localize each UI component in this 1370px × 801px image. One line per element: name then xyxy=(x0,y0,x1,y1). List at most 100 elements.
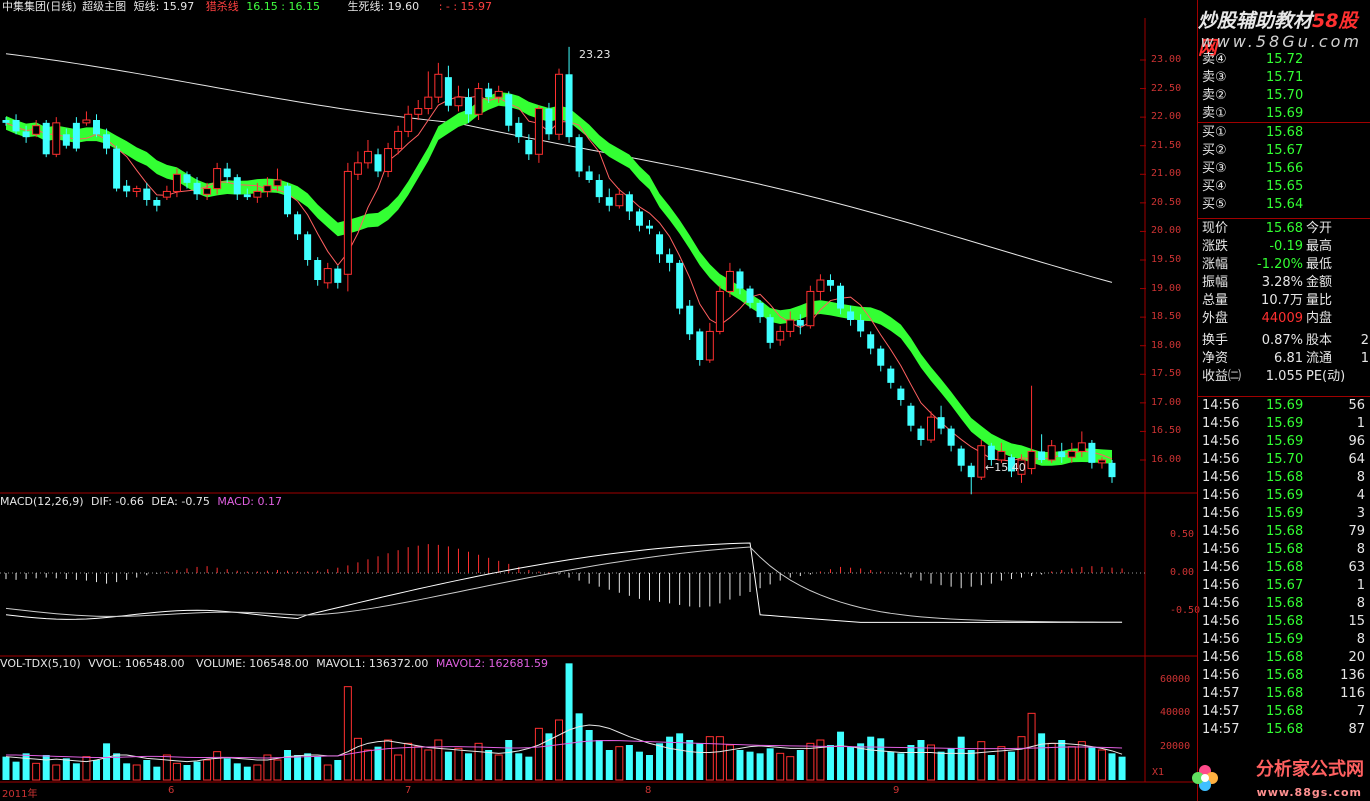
quote-value: -0.19 xyxy=(1269,239,1303,254)
volume-tick-label: 40000 xyxy=(1160,707,1191,719)
candle-body xyxy=(273,179,282,187)
tick-row: 14:56 15.68 8 xyxy=(1198,595,1370,613)
ask-price: 15.71 xyxy=(1266,70,1304,85)
tick-row: 14:56 15.69 3 xyxy=(1198,505,1370,523)
candle-body xyxy=(1047,445,1056,461)
tick-volume: 3 xyxy=(1356,506,1365,521)
price-tick-label: 21.00 xyxy=(1151,168,1182,180)
volume-bar xyxy=(534,727,543,781)
candle-body xyxy=(465,97,473,115)
tick-volume: 87 xyxy=(1348,722,1365,737)
macd-dif: DIF: -0.66 xyxy=(91,495,144,508)
volume-bar xyxy=(585,730,593,780)
candle-body xyxy=(705,330,714,361)
ask-price: 15.69 xyxy=(1266,106,1304,121)
macd-dea: DEA: -0.75 xyxy=(151,495,210,508)
candle-body xyxy=(746,288,754,303)
volume-bar xyxy=(676,733,684,780)
candle-body xyxy=(32,125,41,135)
candle-body xyxy=(796,320,804,326)
volume-bar xyxy=(977,741,986,781)
quote-value: 15.68 xyxy=(1265,221,1303,236)
candle-body xyxy=(52,122,61,155)
tick-price: 15.67 xyxy=(1266,578,1304,593)
price-tick-label: 19.50 xyxy=(1151,254,1182,265)
date-tick-label: 8 xyxy=(645,785,652,796)
vol-vvol: VVOL: 106548.00 xyxy=(88,657,185,670)
volume-bar xyxy=(645,755,653,780)
bid-row: 买③ 15.66 xyxy=(1198,160,1370,178)
volume-bar xyxy=(525,756,533,780)
volume-bar xyxy=(826,745,834,780)
tick-time: 14:56 xyxy=(1202,488,1240,503)
candle-body xyxy=(132,188,141,192)
quote-value: 3.28% xyxy=(1261,275,1303,290)
ask-row: 卖② 15.70 xyxy=(1198,87,1370,105)
candle-body xyxy=(715,290,724,332)
tick-time: 14:56 xyxy=(1202,524,1240,539)
quote-value: 44009 xyxy=(1261,311,1303,326)
quote-label: 总量 xyxy=(1202,293,1229,308)
volume-bar xyxy=(656,743,664,780)
tick-price: 15.68 xyxy=(1266,650,1304,665)
price-tick-label: 20.50 xyxy=(1151,196,1182,208)
quote-label2: 金额 xyxy=(1306,275,1333,290)
price-tick-label: 20.00 xyxy=(1151,225,1182,237)
short-line-value: 短线: 15.97 xyxy=(133,0,195,13)
volume-bar xyxy=(494,754,503,781)
tick-price: 15.69 xyxy=(1266,434,1304,449)
quote-label2: 股本 xyxy=(1306,333,1333,348)
candle-body xyxy=(474,88,483,115)
volume-bar xyxy=(887,751,895,780)
quote-row: 净资 6.81 流通 1 xyxy=(1198,350,1370,368)
tick-price: 15.68 xyxy=(1266,722,1304,737)
quote-label2: PE(动) xyxy=(1306,369,1346,384)
stock-name: 中集集团(日线) xyxy=(2,0,77,13)
candle-body xyxy=(414,108,423,115)
candle-body xyxy=(967,465,975,478)
volume-bar xyxy=(363,749,372,781)
candlestick-chart[interactable] xyxy=(0,0,1197,801)
tick-row: 14:56 15.68 8 xyxy=(1198,469,1370,487)
tick-row: 14:56 15.69 1 xyxy=(1198,415,1370,433)
chart-area[interactable]: 中集集团(日线) 超级主图 短线: 15.97 猎杀线 16.15 : 16.1… xyxy=(0,0,1200,801)
tick-time: 14:56 xyxy=(1202,470,1240,485)
candle-body xyxy=(404,113,413,132)
tick-price: 15.69 xyxy=(1266,488,1304,503)
tick-time: 14:56 xyxy=(1202,398,1240,413)
quote-row: 收益㈡ 1.055 PE(动) xyxy=(1198,368,1370,386)
bid-price: 15.68 xyxy=(1266,125,1304,140)
candle-body xyxy=(444,77,452,106)
tick-price: 15.69 xyxy=(1266,632,1304,647)
tick-time: 14:56 xyxy=(1202,596,1240,611)
candle-body xyxy=(424,96,433,110)
candle-body xyxy=(917,428,925,440)
tick-row: 14:56 15.68 20 xyxy=(1198,649,1370,667)
ask-price: 15.70 xyxy=(1266,88,1304,103)
quote-value: 1.055 xyxy=(1265,369,1303,384)
candle-body xyxy=(243,194,251,198)
candle-body xyxy=(837,285,845,309)
tick-row: 14:56 15.68 79 xyxy=(1198,523,1370,541)
tick-volume: 116 xyxy=(1340,686,1365,701)
candle-body xyxy=(284,185,292,215)
quote-label: 净资 xyxy=(1202,351,1229,366)
macd-title: MACD(12,26,9) xyxy=(0,495,84,508)
tick-time: 14:56 xyxy=(1202,632,1240,647)
bid-label: 买④ xyxy=(1202,179,1227,194)
tick-volume: 8 xyxy=(1356,596,1365,611)
price-tick-label: 21.50 xyxy=(1151,139,1182,151)
tick-time: 14:57 xyxy=(1202,686,1240,701)
candle-body xyxy=(957,448,965,466)
candle-body xyxy=(1108,462,1116,478)
tick-price: 15.68 xyxy=(1266,686,1304,701)
tick-row: 14:56 15.68 63 xyxy=(1198,559,1370,577)
ask-label: 卖④ xyxy=(1202,52,1227,67)
high-annotation: 23.23 xyxy=(579,48,611,61)
vol-mavol2: MAVOL2: 162681.59 xyxy=(435,657,549,670)
candle-body xyxy=(1077,442,1086,452)
candle-body xyxy=(162,190,171,198)
tick-price: 15.70 xyxy=(1266,452,1304,467)
quote-value: 10.7万 xyxy=(1261,293,1303,308)
candle-body xyxy=(816,279,825,292)
